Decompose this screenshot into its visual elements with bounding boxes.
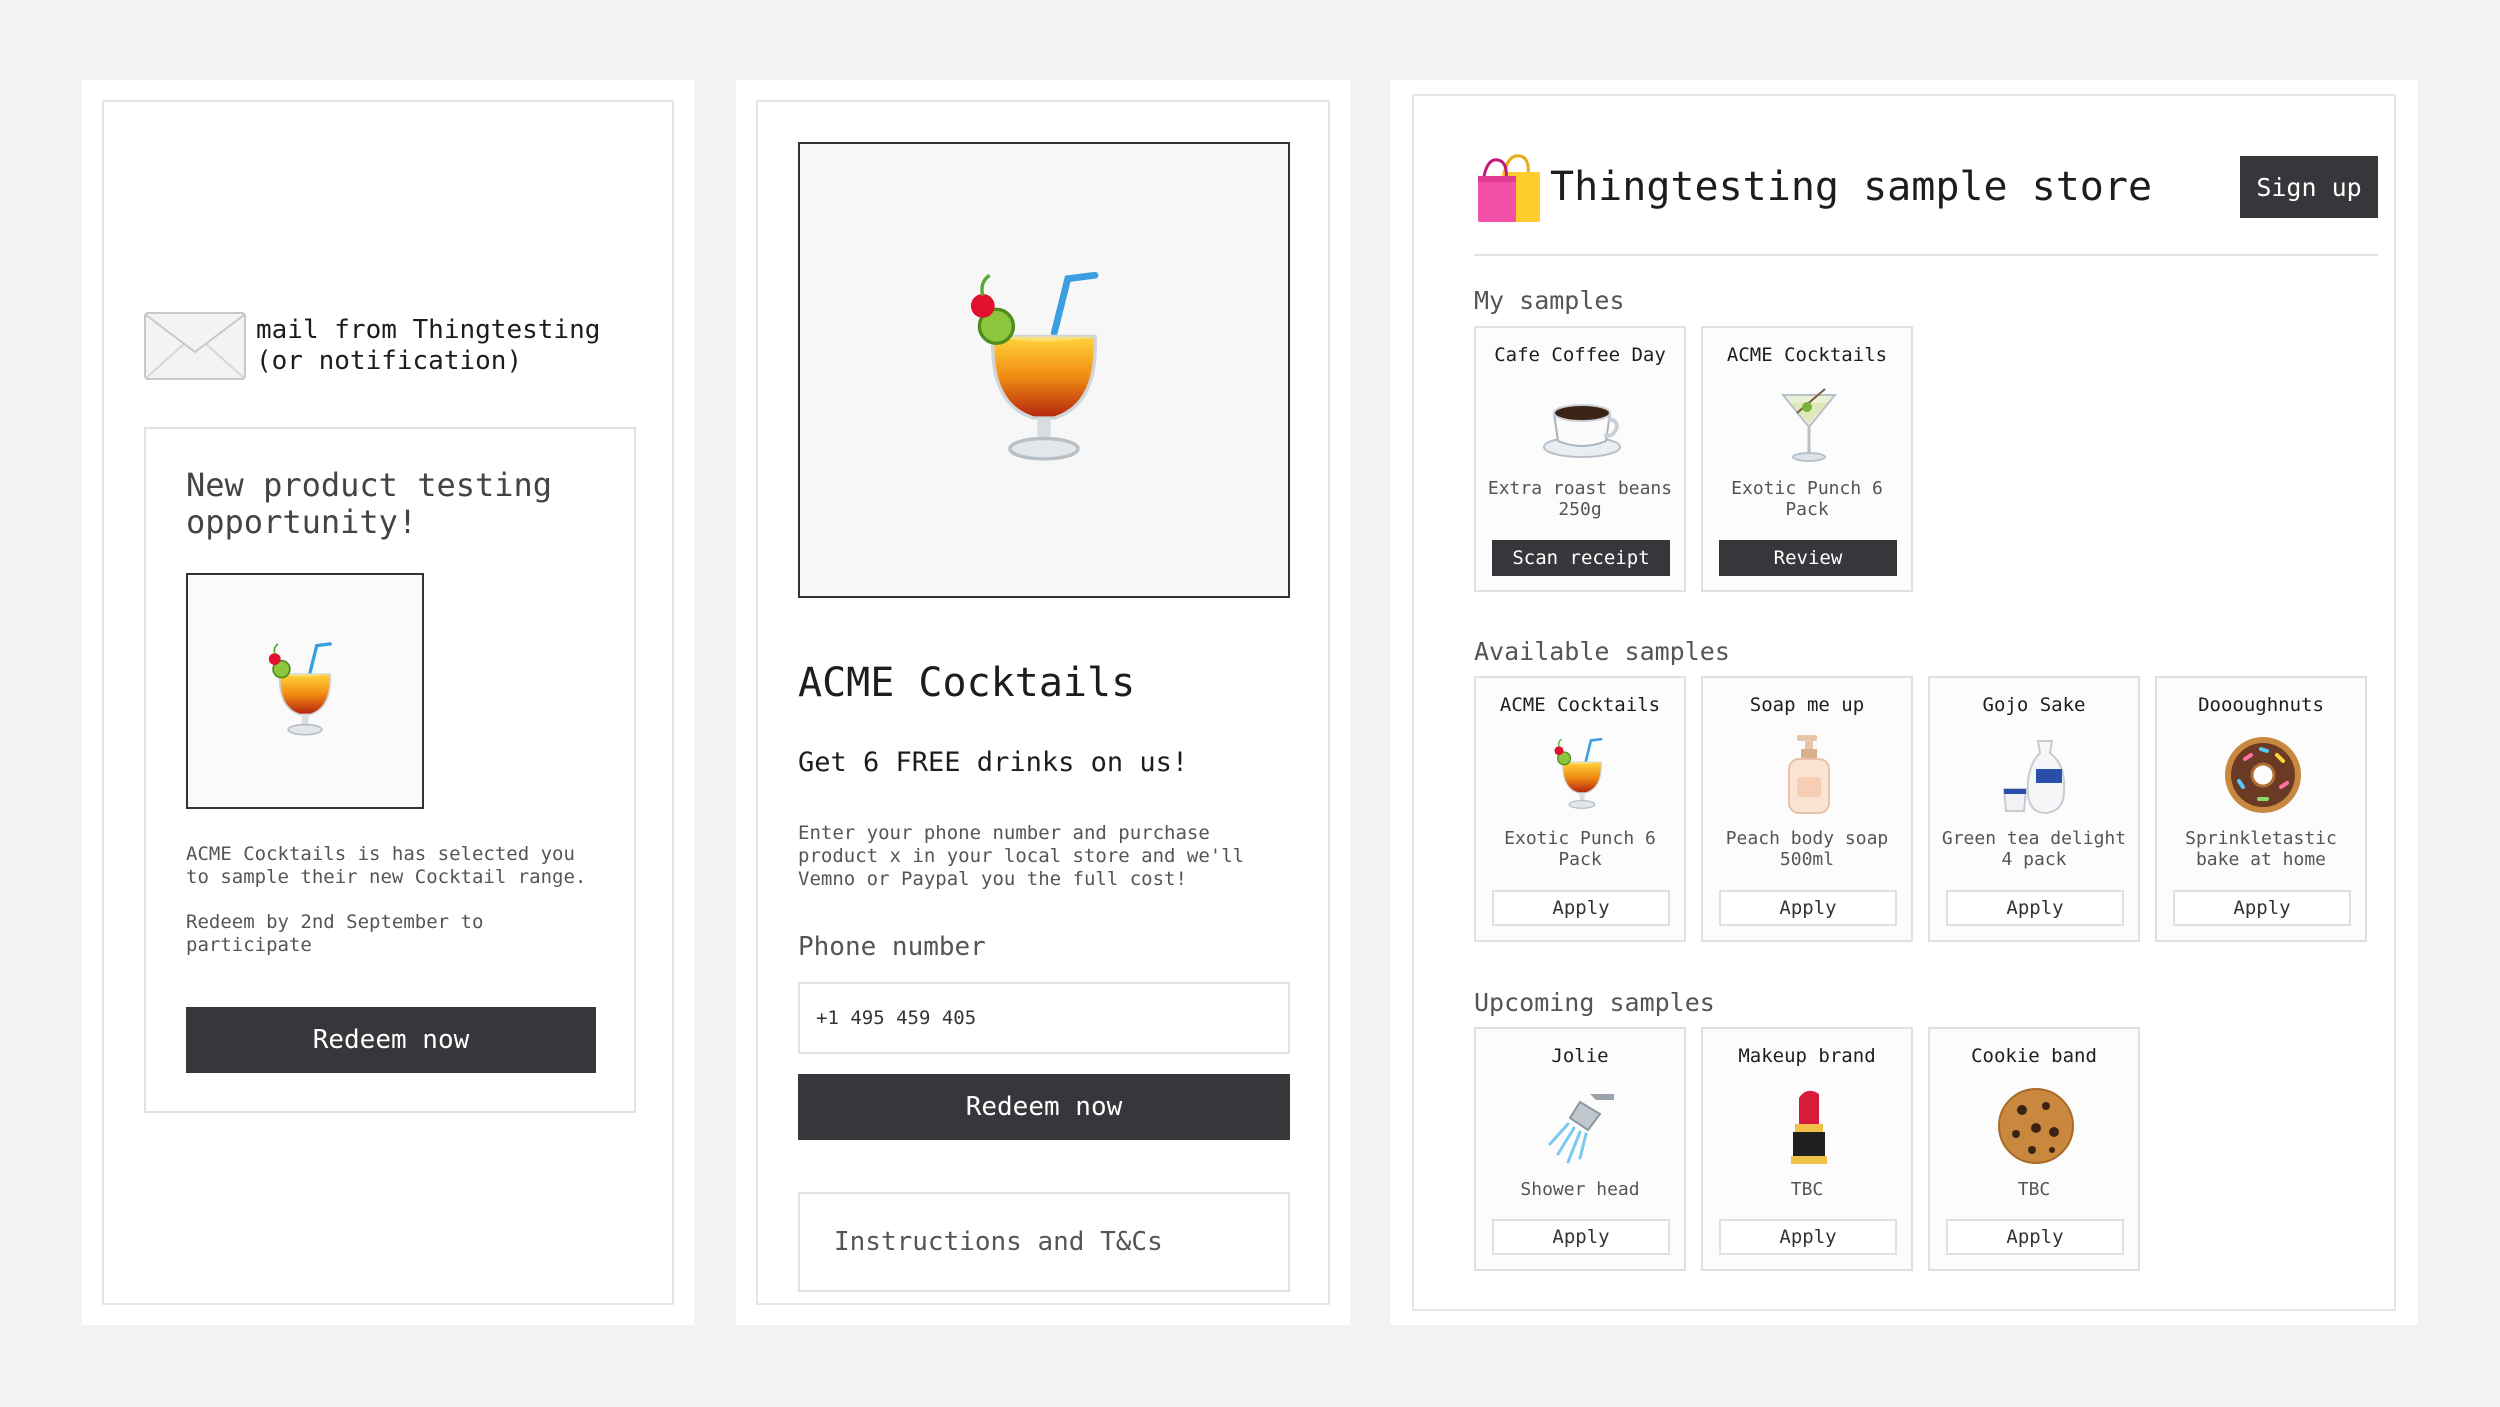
apply-button[interactable]: Apply bbox=[1719, 890, 1897, 926]
apply-button[interactable]: Apply bbox=[1946, 890, 2124, 926]
email-frame: mail from Thingtesting (or notification)… bbox=[102, 100, 674, 1305]
sample-card: Cookie band TBC Apply bbox=[1928, 1027, 2140, 1271]
card-brand: ACME Cocktails bbox=[1726, 344, 1888, 366]
email-deadline-text: Redeem by 2nd September to participate bbox=[186, 911, 484, 956]
header-divider bbox=[1474, 254, 2378, 256]
email-body: ACME Cocktails is has selected you to sa… bbox=[186, 843, 606, 979]
email-redeem-button[interactable]: Redeem now bbox=[186, 1007, 596, 1073]
scan-receipt-button[interactable]: Scan receipt bbox=[1492, 540, 1670, 576]
mail-sender-line2: (or notification) bbox=[256, 346, 523, 376]
shopping-bags-icon bbox=[1478, 154, 1540, 222]
landing-panel: ACME Cocktails Get 6 FREE drinks on us! … bbox=[736, 80, 1350, 1325]
card-brand: Doooughnuts bbox=[2198, 694, 2324, 716]
lipstick-icon bbox=[1791, 1090, 1827, 1164]
phone-input[interactable] bbox=[798, 982, 1290, 1054]
card-brand: Cafe Coffee Day bbox=[1494, 344, 1666, 366]
email-product-image bbox=[186, 573, 424, 809]
sample-card: Makeup brand TBC Apply bbox=[1701, 1027, 1913, 1271]
card-product: Peach body soap 500ml bbox=[1725, 828, 1889, 870]
offer-description: Enter your phone number and purchase pro… bbox=[798, 822, 1245, 890]
my-samples-list: Cafe Coffee Day Extra roast beans 250g S… bbox=[1474, 326, 1913, 592]
cookie-icon bbox=[1998, 1088, 2074, 1164]
upcoming-samples-heading: Upcoming samples bbox=[1474, 988, 1715, 1017]
card-brand: Gojo Sake bbox=[1982, 694, 2086, 716]
coffee-cup-icon bbox=[1543, 404, 1621, 458]
sample-card: ACME Cocktails Exotic Punch 6 Pack Revie… bbox=[1701, 326, 1913, 592]
card-brand: Soap me up bbox=[1749, 694, 1865, 716]
sample-card: Cafe Coffee Day Extra roast beans 250g S… bbox=[1474, 326, 1686, 592]
card-product: Extra roast beans 250g bbox=[1487, 478, 1673, 520]
apply-button[interactable]: Apply bbox=[2173, 890, 2351, 926]
card-product: Exotic Punch 6 Pack bbox=[1504, 828, 1656, 870]
shower-head-icon bbox=[1548, 1094, 1614, 1164]
apply-button[interactable]: Apply bbox=[1492, 890, 1670, 926]
phone-label: Phone number bbox=[798, 932, 986, 962]
sample-card: Gojo Sake Green tea delight 4 pack Apply bbox=[1928, 676, 2140, 942]
cocktail-icon bbox=[263, 639, 347, 743]
available-samples-list: ACME Cocktails Exotic Punch 6 Pack Apply… bbox=[1474, 676, 2367, 942]
card-brand: ACME Cocktails bbox=[1499, 694, 1661, 716]
card-product: TBC bbox=[2017, 1179, 2051, 1200]
terms-link[interactable]: Instructions and T&Cs bbox=[798, 1192, 1290, 1292]
card-brand: Cookie band bbox=[1971, 1045, 2097, 1067]
lotion-bottle-icon bbox=[1788, 735, 1830, 814]
card-product: Shower head bbox=[1520, 1179, 1640, 1200]
sample-card: Jolie Shower head Apply bbox=[1474, 1027, 1686, 1271]
landing-redeem-button[interactable]: Redeem now bbox=[798, 1074, 1290, 1140]
my-samples-heading: My samples bbox=[1474, 286, 1625, 315]
card-product: TBC bbox=[1790, 1179, 1824, 1200]
card-product: Sprinkletastic bake at home bbox=[2185, 828, 2337, 870]
upcoming-samples-list: Jolie Shower head Apply Makeup brand TBC… bbox=[1474, 1027, 2140, 1271]
apply-button[interactable]: Apply bbox=[1946, 1219, 2124, 1255]
hero-product-image bbox=[798, 142, 1290, 598]
doughnut-icon bbox=[2225, 737, 2301, 813]
card-brand: Jolie bbox=[1551, 1045, 1609, 1067]
cocktail-icon bbox=[1550, 735, 1614, 815]
review-button[interactable]: Review bbox=[1719, 540, 1897, 576]
store-title: Thingtesting sample store bbox=[1550, 164, 2153, 210]
sample-card: Doooughnuts Sprinkletastic bake at home … bbox=[2155, 676, 2367, 942]
card-brand: Makeup brand bbox=[1738, 1045, 1876, 1067]
email-panel: mail from Thingtesting (or notification)… bbox=[82, 80, 694, 1325]
sake-icon bbox=[2002, 740, 2066, 815]
store-frame: Thingtesting sample store Sign up My sam… bbox=[1412, 94, 2396, 1311]
card-product: Exotic Punch 6 Pack bbox=[1731, 478, 1883, 520]
apply-button[interactable]: Apply bbox=[1492, 1219, 1670, 1255]
envelope-icon bbox=[144, 312, 246, 380]
store-header: Thingtesting sample store Sign up bbox=[1474, 148, 2378, 232]
offer-headline: Get 6 FREE drinks on us! bbox=[798, 747, 1189, 778]
mail-sender: mail from Thingtesting (or notification) bbox=[144, 312, 600, 380]
mail-sender-line1: mail from Thingtesting bbox=[256, 315, 601, 345]
apply-button[interactable]: Apply bbox=[1719, 1219, 1897, 1255]
martini-icon bbox=[1780, 388, 1838, 462]
email-title: New product testing opportunity! bbox=[186, 466, 553, 541]
store-panel: Thingtesting sample store Sign up My sam… bbox=[1390, 80, 2418, 1325]
card-product: Green tea delight 4 pack bbox=[1941, 828, 2127, 870]
cocktail-icon bbox=[959, 243, 1129, 498]
sample-card: ACME Cocktails Exotic Punch 6 Pack Apply bbox=[1474, 676, 1686, 942]
email-body-text: ACME Cocktails is has selected you to sa… bbox=[186, 843, 587, 888]
available-samples-heading: Available samples bbox=[1474, 637, 1730, 666]
sample-card: Soap me up Peach body soap 500ml Apply bbox=[1701, 676, 1913, 942]
email-card: New product testing opportunity! ACME Co… bbox=[144, 427, 636, 1113]
brand-title: ACME Cocktails bbox=[798, 660, 1136, 706]
landing-frame: ACME Cocktails Get 6 FREE drinks on us! … bbox=[756, 100, 1330, 1305]
signup-button[interactable]: Sign up bbox=[2240, 156, 2378, 218]
